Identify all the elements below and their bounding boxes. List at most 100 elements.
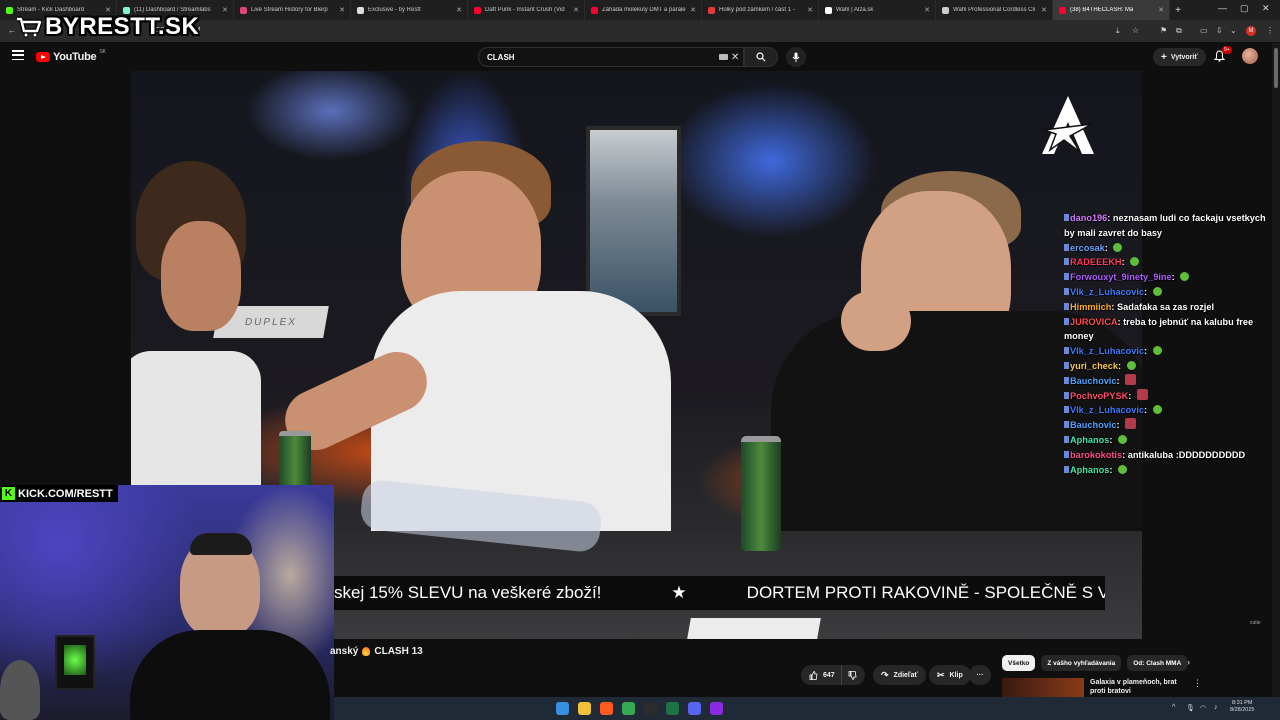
chat-username: Himmiich [1070,301,1112,312]
filter-chip[interactable]: Všetko [1002,655,1036,671]
recommendation-chips: Všetko Z vášho vyhľadávania Od: Clash MMA [1002,655,1188,671]
streamer-shirt [130,630,330,720]
chat-badge-icon [1064,243,1069,251]
browser-tab[interactable]: Holky pod zámkem / část 1 - ✕ [702,0,819,20]
browser-tab[interactable]: Wahl Professional Cordless Cli ✕ [936,0,1053,20]
chat-emote-icon [1126,360,1136,370]
chat-badge-icon [1064,302,1069,310]
create-button[interactable]: + Vytvoriť [1153,48,1206,66]
new-tab-button[interactable]: + [1170,5,1186,16]
wifi-icon[interactable]: ◠ [1200,704,1206,712]
like-dislike-group: 647 [801,665,865,685]
chat-emote-icon [1125,418,1137,430]
tab-close-icon[interactable]: ✕ [690,6,696,14]
search-input[interactable]: CLASH [478,47,744,67]
title-prefix: anský [330,646,359,657]
streamdeck-taskbar-icon[interactable] [710,702,723,715]
discord-taskbar-icon[interactable] [688,702,701,715]
share-button[interactable]: ↷ Zdieľať [873,665,926,685]
clip-button[interactable]: ✂ Klip [929,665,971,685]
brave-taskbar-icon[interactable] [600,702,613,715]
scrollbar-thumb[interactable] [1274,48,1278,88]
tab-close-icon[interactable]: ✕ [924,6,930,14]
menu-icon[interactable]: ⋮ [1266,26,1274,35]
browser-tab[interactable]: (38) B4THECLASH: Ma ✕ [1053,0,1170,20]
browser-tab[interactable]: Záhada molekuly DMT a parale ✕ [585,0,702,20]
search-button[interactable] [744,47,778,67]
windows-taskbar-icon[interactable] [556,702,569,715]
recommended-title[interactable]: Galaxia v plameňoch, brat proti bratovi [1090,678,1190,696]
share-label: Zdieľať [893,671,918,679]
chat-message: Aphanos: [1064,433,1274,448]
chips-next-chevron-icon[interactable]: › [1187,657,1190,667]
close-window-icon[interactable]: ✕ [1262,3,1270,14]
browser-tab[interactable]: Wahl | Alza.sk ✕ [819,0,936,20]
like-button[interactable]: 647 [801,665,842,685]
obs-taskbar-icon[interactable] [644,702,657,715]
youtube-logo[interactable]: YouTube SK [36,49,106,63]
profile-avatar[interactable]: M [1246,26,1256,36]
more-actions-button[interactable]: ··· [969,665,991,685]
recommended-more-icon[interactable]: ⋮ [1193,678,1202,689]
page-scrollbar[interactable] [1272,43,1280,697]
browser-tab[interactable]: Live Stream History for Blerp ✕ [234,0,351,20]
clash-logo-icon [1042,96,1094,154]
tab-close-icon[interactable]: ✕ [339,6,345,14]
voice-search-button[interactable] [786,47,806,67]
chrome-taskbar-icon[interactable] [622,702,635,715]
chat-separator: : [1171,272,1178,283]
chat-separator: : [1116,375,1123,386]
share-arrow-icon: ↷ [881,669,889,680]
tab-close-icon[interactable]: ✕ [456,6,462,14]
tab-favicon-icon [708,6,715,14]
dislike-button[interactable] [842,670,865,680]
chat-message: RADEEEKH: [1064,255,1274,270]
tab-close-icon[interactable]: ✕ [1041,6,1047,14]
chat-emote-icon [1125,373,1137,385]
excel-taskbar-icon[interactable] [666,702,679,715]
kick-channel-badge: K KICK.COM/RESTT [0,485,118,502]
filter-chip[interactable]: Od: Clash MMA [1127,655,1188,671]
tray-chevron-icon[interactable]: ^ [1172,704,1175,711]
chat-username: JUROVICA [1070,316,1118,327]
maximize-icon[interactable]: ▢ [1240,3,1249,14]
tab-favicon-icon [591,6,598,14]
tab-search-icon[interactable]: ⌄ [1230,26,1237,35]
hamburger-menu-icon[interactable] [12,50,24,60]
tab-favicon-icon [357,6,364,14]
chat-username: Aphanos [1070,464,1110,475]
volume-icon[interactable]: ♪ [1214,704,1218,711]
download-icon[interactable]: ⇩ [1216,26,1223,35]
chat-username: Bauchovic [1070,420,1117,431]
browser-tab[interactable]: Exclusive - by Restt ✕ [351,0,468,20]
explorer-taskbar-icon[interactable] [578,702,591,715]
tab-close-icon[interactable]: ✕ [222,6,228,14]
tab-close-icon[interactable]: ✕ [1158,6,1164,14]
chat-separator: : [1144,405,1150,416]
extension-icon[interactable]: ⚑ [1160,26,1167,35]
clear-search-icon[interactable]: ✕ [731,52,739,63]
tab-close-icon[interactable]: ✕ [573,6,579,14]
chat-badge-icon [1064,258,1069,266]
tab-favicon-icon [6,6,13,14]
video-title: anský CLASH 13 [330,646,423,657]
filter-chip[interactable]: Z vášho vyhľadávania [1041,655,1122,671]
chat-badge-icon [1064,376,1069,384]
chat-username: PochvoPYSK [1070,390,1129,401]
browser-tab[interactable]: Daft Punk - Instant Crush (Vid ✕ [468,0,585,20]
microphone-tray-icon[interactable]: 🎙 [1186,704,1195,712]
clock[interactable]: 8:31 PM 8/28/2025 [1230,700,1254,714]
sidebar-icon[interactable]: ▭ [1200,26,1208,35]
puzzle-icon[interactable]: ⧉ [1176,26,1182,36]
back-icon[interactable]: ← [8,26,16,35]
account-avatar[interactable] [1242,48,1258,64]
bookmark-star-icon[interactable]: ☆ [1132,26,1139,35]
tab-close-icon[interactable]: ✕ [807,6,813,14]
clock-time: 8:31 PM [1231,700,1253,706]
install-icon[interactable]: ⤓ [1116,26,1120,36]
keyboard-icon[interactable] [719,54,728,60]
minimize-icon[interactable]: — [1218,3,1227,13]
chat-message: JUROVICA: treba to jebnúť na kalubu free… [1064,315,1274,345]
tab-label: Wahl Professional Cordless Cli [953,7,1036,13]
chat-badge-icon [1064,287,1069,295]
